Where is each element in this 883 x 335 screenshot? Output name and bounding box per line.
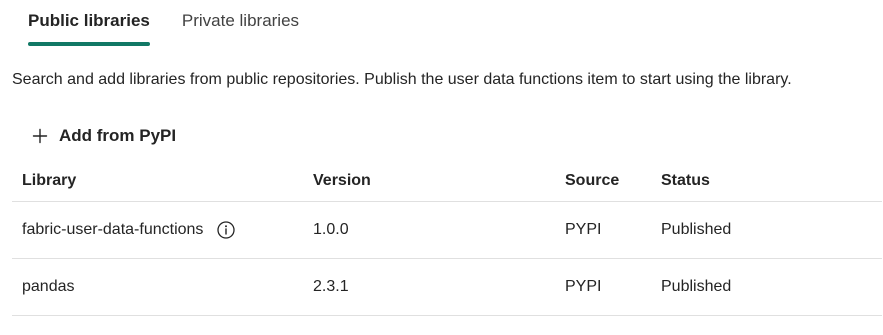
library-description: Search and add libraries from public rep… <box>12 71 792 88</box>
table-row[interactable]: pandas 2.3.1 PYPI Published <box>12 259 882 316</box>
plus-icon <box>32 128 48 144</box>
library-tabs: Public libraries Private libraries <box>12 0 315 48</box>
library-status: Published <box>661 278 732 295</box>
library-source: PYPI <box>565 278 602 295</box>
library-name-cell: fabric-user-data-functions <box>22 202 236 258</box>
tab-public-libraries[interactable]: Public libraries <box>12 0 166 48</box>
add-from-pypi-label: Add from PyPI <box>59 126 177 145</box>
library-version: 2.3.1 <box>313 278 349 295</box>
library-source: PYPI <box>565 221 602 238</box>
tab-private-libraries[interactable]: Private libraries <box>166 0 315 48</box>
column-header-version[interactable]: Version <box>313 160 371 201</box>
library-name: pandas <box>22 278 75 295</box>
library-name: fabric-user-data-functions <box>22 221 204 238</box>
library-name-cell: pandas <box>22 259 75 315</box>
library-status: Published <box>661 221 732 238</box>
info-icon[interactable] <box>216 220 236 240</box>
table-row[interactable]: fabric-user-data-functions 1.0.0 PYPI Pu… <box>12 202 882 259</box>
column-header-status[interactable]: Status <box>661 160 710 201</box>
table-header-row: Library Version Source Status <box>12 160 882 202</box>
library-version: 1.0.0 <box>313 221 349 238</box>
column-header-source[interactable]: Source <box>565 160 619 201</box>
column-header-library[interactable]: Library <box>22 160 76 201</box>
add-from-pypi-button[interactable]: Add from PyPI <box>28 120 180 152</box>
libraries-table: Library Version Source Status fabric-use… <box>12 160 882 316</box>
